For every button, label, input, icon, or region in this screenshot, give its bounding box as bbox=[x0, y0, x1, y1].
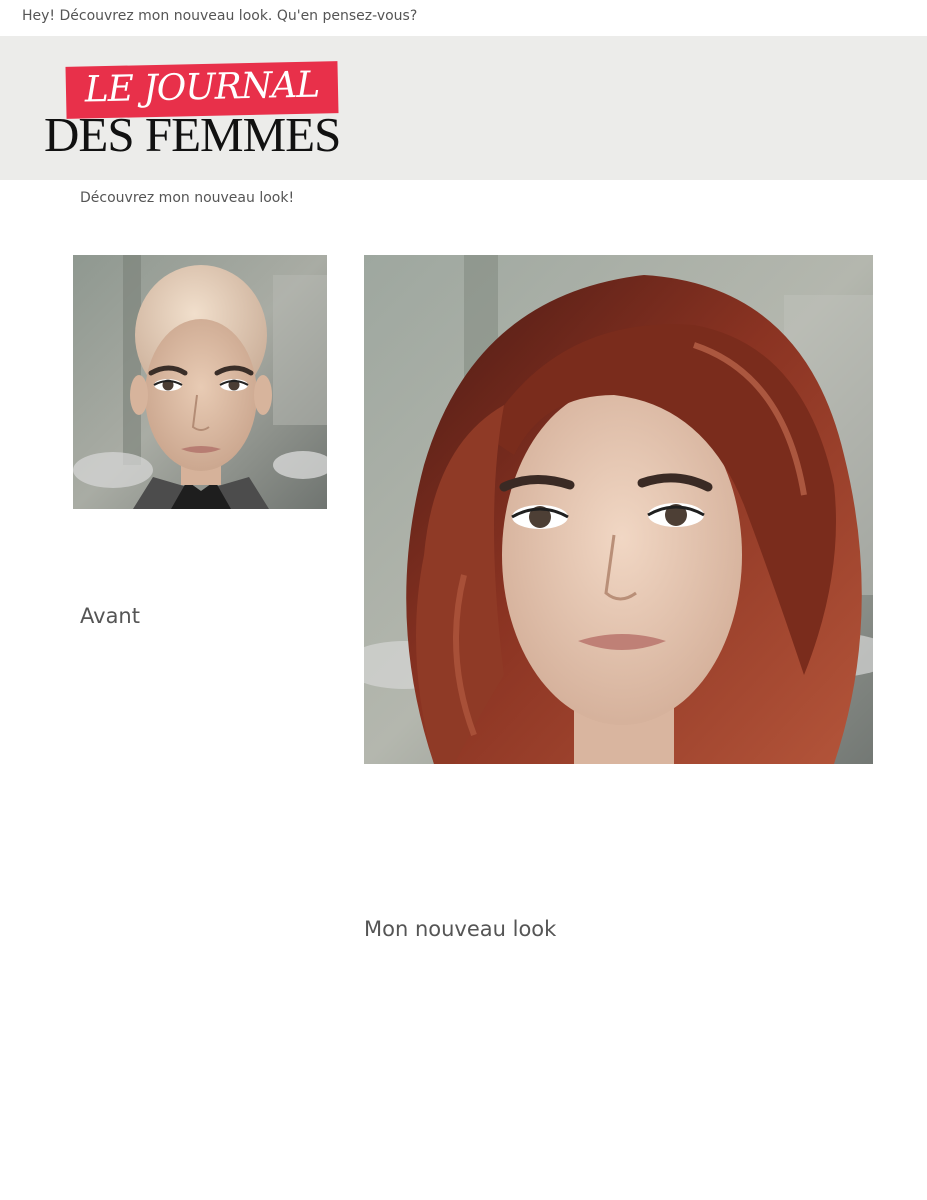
after-photo bbox=[364, 255, 873, 764]
logo-line-1: LE JOURNAL bbox=[84, 64, 320, 111]
top-bar: Hey! Découvrez mon nouveau look. Qu'en p… bbox=[0, 0, 927, 36]
before-portrait-image bbox=[73, 255, 327, 509]
before-photo bbox=[73, 255, 327, 509]
intro-text: Découvrez mon nouveau look! bbox=[80, 190, 295, 206]
before-caption: Avant bbox=[80, 604, 140, 628]
after-caption: Mon nouveau look bbox=[364, 917, 557, 941]
after-portrait-image bbox=[364, 255, 873, 764]
logo-line-2: DES FEMMES bbox=[44, 107, 341, 162]
site-logo[interactable]: LE JOURNAL DES FEMMES bbox=[44, 61, 366, 162]
top-bar-message: Hey! Découvrez mon nouveau look. Qu'en p… bbox=[22, 8, 418, 24]
site-header: LE JOURNAL DES FEMMES bbox=[0, 36, 927, 180]
